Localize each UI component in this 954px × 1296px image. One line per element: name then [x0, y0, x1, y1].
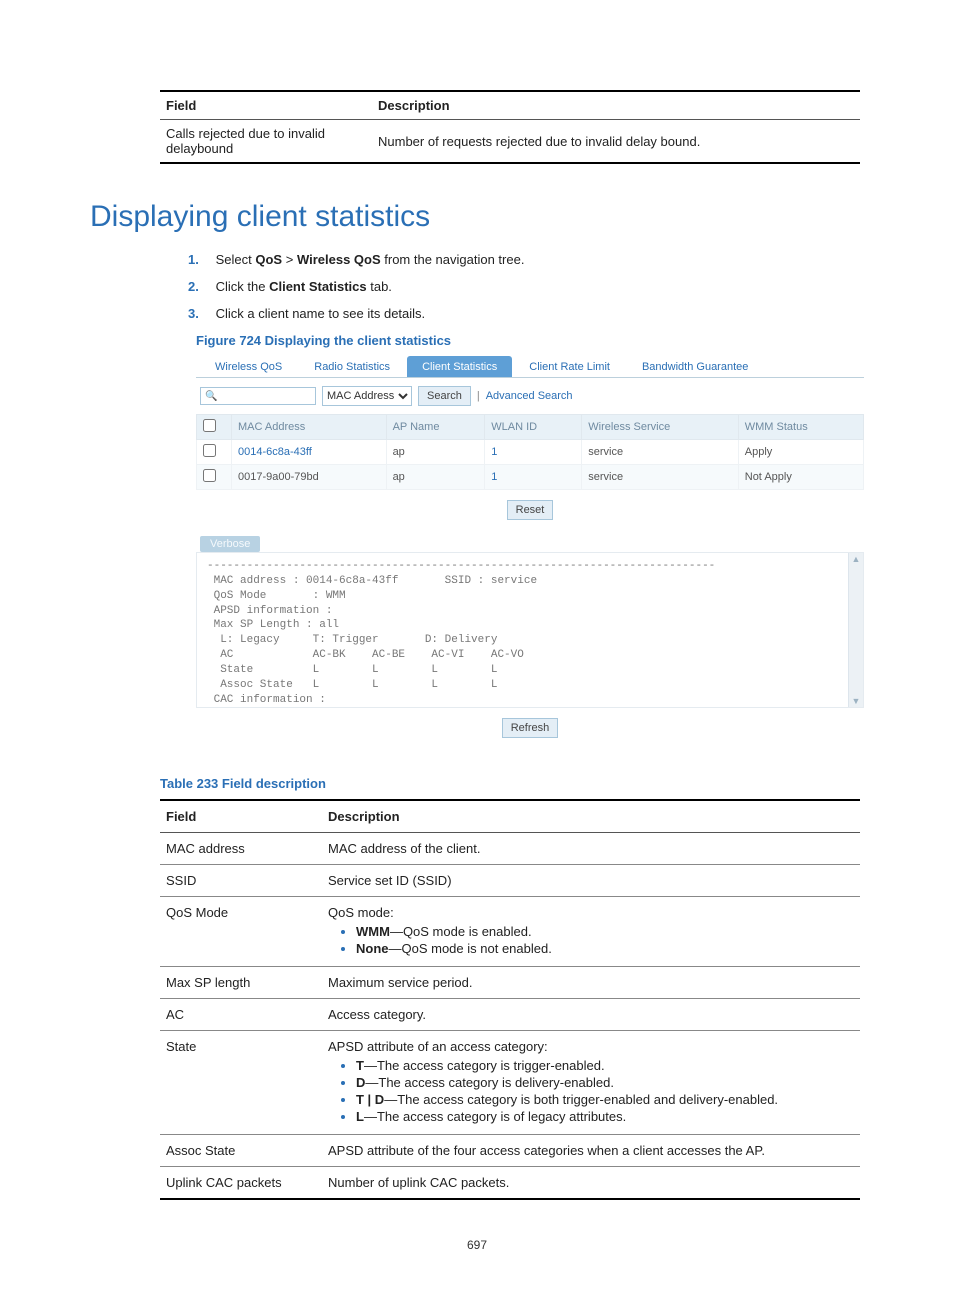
- cell-wlanid: 1: [485, 465, 582, 490]
- cell-service: service: [582, 440, 738, 465]
- col-apname: AP Name: [386, 415, 485, 440]
- td-field: Calls rejected due to invalid delaybound: [160, 120, 372, 164]
- step-text: Select QoS > Wireless QoS from the navig…: [216, 252, 525, 267]
- verbose-output: ----------------------------------------…: [196, 552, 864, 708]
- tab-radio-statistics[interactable]: Radio Statistics: [299, 356, 405, 377]
- td-description: Number of requests rejected due to inval…: [372, 120, 860, 164]
- td-desc: APSD attribute of the four access catego…: [322, 1135, 860, 1167]
- td-field: SSID: [160, 865, 322, 897]
- figure-caption: Figure 724 Displaying the client statist…: [196, 333, 864, 348]
- cell-apname: ap: [386, 440, 485, 465]
- cell-apname: ap: [386, 465, 485, 490]
- td-desc: APSD attribute of an access category: T—…: [322, 1031, 860, 1135]
- page-number: 697: [90, 1238, 864, 1252]
- section-heading: Displaying client statistics: [90, 200, 864, 234]
- advanced-search-link[interactable]: Advanced Search: [486, 390, 573, 402]
- td-field: State: [160, 1031, 322, 1135]
- client-grid: MAC Address AP Name WLAN ID Wireless Ser…: [196, 414, 864, 490]
- row-checkbox[interactable]: [203, 469, 216, 482]
- td-field: QoS Mode: [160, 897, 322, 967]
- cell-wmm: Not Apply: [738, 465, 863, 490]
- search-button[interactable]: Search: [418, 386, 471, 406]
- td-desc: Service set ID (SSID): [322, 865, 860, 897]
- td-field: Max SP length: [160, 967, 322, 999]
- table-row: 0017-9a00-79bd ap 1 service Not Apply: [197, 465, 864, 490]
- td-desc: QoS mode: WMM—QoS mode is enabled. None—…: [322, 897, 860, 967]
- step-text: Click the Client Statistics tab.: [216, 279, 392, 294]
- verbose-label: Verbose: [200, 536, 260, 552]
- table-row: 0014-6c8a-43ff ap 1 service Apply: [197, 440, 864, 465]
- cell-service: service: [582, 465, 738, 490]
- th-description: Description: [322, 800, 860, 833]
- th-description: Description: [372, 91, 860, 120]
- search-bar: 🔍 MAC Address Search | Advanced Search: [196, 378, 864, 414]
- intro-field-table: Field Description Calls rejected due to …: [160, 90, 860, 164]
- refresh-button[interactable]: Refresh: [502, 718, 559, 738]
- step-number: 1.: [188, 252, 212, 267]
- tab-bandwidth-guarantee[interactable]: Bandwidth Guarantee: [627, 356, 763, 377]
- td-desc: Number of uplink CAC packets.: [322, 1167, 860, 1200]
- td-field: MAC address: [160, 833, 322, 865]
- search-icon: 🔍: [205, 391, 217, 402]
- tab-client-statistics[interactable]: Client Statistics: [407, 356, 512, 377]
- step-text: Click a client name to see its details.: [216, 306, 426, 321]
- search-field-select[interactable]: MAC Address: [322, 386, 412, 406]
- table233-caption: Table 233 Field description: [160, 776, 864, 791]
- tab-client-rate-limit[interactable]: Client Rate Limit: [514, 356, 625, 377]
- mac-link[interactable]: 0014-6c8a-43ff: [232, 440, 387, 465]
- step-number: 2.: [188, 279, 212, 294]
- col-wlanid: WLAN ID: [485, 415, 582, 440]
- steps-list: 1. Select QoS > Wireless QoS from the na…: [188, 252, 864, 321]
- td-desc: Access category.: [322, 999, 860, 1031]
- th-field: Field: [160, 800, 322, 833]
- reset-button[interactable]: Reset: [507, 500, 554, 520]
- cell-wmm: Apply: [738, 440, 863, 465]
- screenshot-figure: Wireless QoS Radio Statistics Client Sta…: [196, 356, 864, 748]
- verbose-text: ----------------------------------------…: [197, 553, 863, 707]
- scrollbar[interactable]: ▲ ▼: [848, 553, 863, 707]
- td-field: AC: [160, 999, 322, 1031]
- scroll-down-icon[interactable]: ▼: [851, 696, 861, 706]
- tab-wireless-qos[interactable]: Wireless QoS: [200, 356, 297, 377]
- th-field: Field: [160, 91, 372, 120]
- row-checkbox[interactable]: [203, 444, 216, 457]
- field-description-table: Field Description MAC address MAC addres…: [160, 799, 860, 1200]
- cell-wlanid: 1: [485, 440, 582, 465]
- tab-bar: Wireless QoS Radio Statistics Client Sta…: [196, 356, 864, 378]
- cell-mac: 0017-9a00-79bd: [232, 465, 387, 490]
- col-wmm: WMM Status: [738, 415, 863, 440]
- col-mac: MAC Address: [232, 415, 387, 440]
- step-number: 3.: [188, 306, 212, 321]
- select-all-checkbox[interactable]: [203, 419, 216, 432]
- td-desc: Maximum service period.: [322, 967, 860, 999]
- td-field: Uplink CAC packets: [160, 1167, 322, 1200]
- scroll-up-icon[interactable]: ▲: [851, 554, 861, 564]
- td-desc: MAC address of the client.: [322, 833, 860, 865]
- search-input[interactable]: 🔍: [200, 387, 316, 405]
- td-field: Assoc State: [160, 1135, 322, 1167]
- col-service: Wireless Service: [582, 415, 738, 440]
